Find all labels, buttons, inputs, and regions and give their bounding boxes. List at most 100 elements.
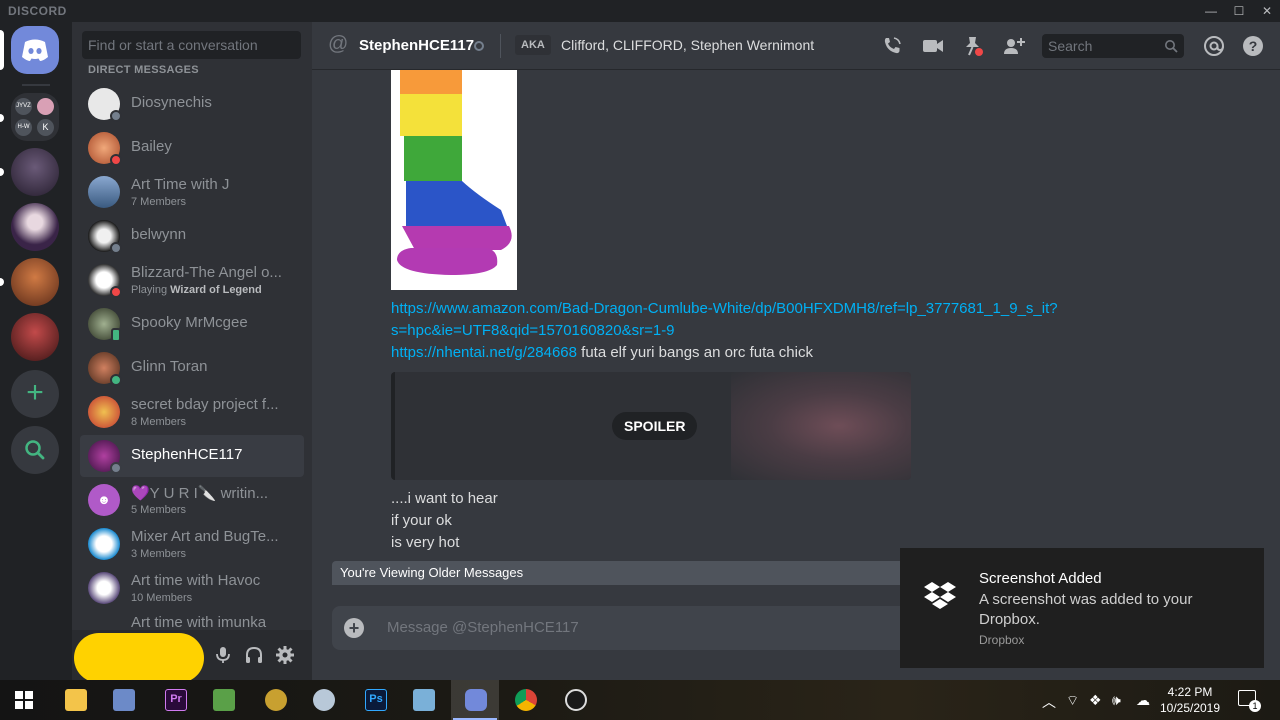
- dm-name: Glinn Toran: [131, 358, 208, 375]
- channel-title: StephenHCE117: [359, 37, 475, 54]
- server-icon[interactable]: [11, 148, 59, 196]
- discord-logo-icon: [22, 39, 48, 61]
- amazon-link[interactable]: https://www.amazon.com/Bad-Dragon-Cumlub…: [391, 300, 1058, 317]
- avatar: [88, 176, 120, 208]
- server-icon[interactable]: [11, 258, 59, 306]
- find-conversation-input[interactable]: Find or start a conversation: [82, 31, 301, 59]
- dm-item[interactable]: secret bday project f... 8 Members: [80, 391, 304, 433]
- header-search-input[interactable]: Search: [1042, 34, 1184, 58]
- server-rail: JYVZ H-W K +: [0, 22, 72, 680]
- avatar: [88, 572, 120, 604]
- upload-plus-icon[interactable]: +: [344, 618, 364, 638]
- photoshop-taskbar[interactable]: Ps: [351, 680, 399, 720]
- chrome-taskbar[interactable]: [501, 680, 549, 720]
- message: if your ok: [391, 512, 452, 529]
- dm-name: secret bday project f...: [131, 396, 279, 413]
- aka-label: AKA: [515, 35, 551, 55]
- mobile-status-icon: [111, 328, 121, 342]
- group-dm-icon: ☻: [88, 484, 120, 516]
- dm-item[interactable]: Spooky MrMcgee: [80, 303, 304, 345]
- paint-taskbar[interactable]: [299, 680, 347, 720]
- explore-servers-icon[interactable]: [11, 426, 59, 474]
- dropbox-tray-icon[interactable]: ❖: [1089, 692, 1102, 709]
- premiere-taskbar[interactable]: Pr: [151, 680, 199, 720]
- headphones-icon[interactable]: [243, 644, 265, 666]
- dm-item[interactable]: ☻ 💜Y U R I🔪 writin... 5 Members: [80, 479, 304, 521]
- microphone-icon[interactable]: [212, 644, 234, 666]
- spoiler-label[interactable]: SPOILER: [612, 412, 698, 440]
- paint-palette-icon: [313, 689, 335, 711]
- dm-name: Spooky MrMcgee: [131, 314, 248, 331]
- notification-count-badge: 1: [1249, 700, 1261, 712]
- search-icon: [1165, 40, 1178, 53]
- server-icon[interactable]: [11, 313, 59, 361]
- volume-icon[interactable]: 🕪: [1112, 692, 1121, 709]
- discord-taskbar[interactable]: [451, 680, 499, 720]
- dm-item[interactable]: Art Time with J 7 Members: [80, 171, 304, 213]
- dm-item[interactable]: belwynn: [80, 215, 304, 257]
- app-taskbar[interactable]: [399, 680, 447, 720]
- add-server-icon[interactable]: +: [11, 370, 59, 418]
- help-icon[interactable]: ?: [1241, 34, 1265, 58]
- settings-gear-icon[interactable]: [274, 644, 296, 666]
- dm-item[interactable]: Diosynechis: [80, 83, 304, 125]
- add-friends-to-dm-icon[interactable]: [1002, 34, 1026, 58]
- unread-indicator: [0, 278, 4, 286]
- amazon-link-cont[interactable]: s=hpc&ie=UTF8&qid=1570160820&sr=1-9: [391, 322, 675, 339]
- voice-call-icon[interactable]: [880, 34, 904, 58]
- status-indicator: [110, 110, 122, 122]
- app-taskbar[interactable]: [199, 680, 247, 720]
- dm-sidebar: Find or start a conversation DIRECT MESS…: [72, 22, 312, 683]
- status-indicator: [110, 374, 122, 386]
- message-input[interactable]: Message @StephenHCE117: [387, 619, 579, 636]
- tray-chevron-icon[interactable]: ︿: [1042, 692, 1056, 712]
- dm-item[interactable]: Art time with Havoc 10 Members: [80, 567, 304, 609]
- wifi-icon[interactable]: ⌔: [1066, 692, 1079, 710]
- dm-item[interactable]: Art time with imunka: [80, 611, 304, 631]
- dm-item[interactable]: Blizzard-The Angel o... Playing Wizard o…: [80, 259, 304, 301]
- start-button[interactable]: [0, 680, 48, 720]
- dm-name: Art time with Havoc: [131, 572, 261, 589]
- status-indicator: [474, 41, 484, 51]
- dm-item[interactable]: Glinn Toran: [80, 347, 304, 389]
- message: https://www.amazon.com/Bad-Dragon-Cumlub…: [391, 298, 1058, 320]
- close-button[interactable]: ✕: [1250, 0, 1280, 22]
- system-clock[interactable]: 4:22 PM 10/25/2019: [1155, 684, 1225, 716]
- discord-icon: [465, 689, 487, 711]
- dm-item-selected[interactable]: StephenHCE117: [80, 435, 304, 477]
- server-folder[interactable]: JYVZ H-W K: [11, 93, 59, 141]
- mentions-icon[interactable]: [1202, 34, 1226, 58]
- app-icon: [413, 689, 435, 711]
- chrome-icon: [515, 689, 537, 711]
- dm-item[interactable]: Mixer Art and BugTe... 3 Members: [80, 523, 304, 565]
- aka-names: Clifford, CLIFFORD, Stephen Wernimont: [561, 37, 815, 53]
- dm-name: Mixer Art and BugTe...: [131, 528, 279, 545]
- dm-name: Diosynechis: [131, 94, 212, 111]
- message: is very hot: [391, 534, 460, 551]
- server-icon[interactable]: [11, 203, 59, 251]
- dm-name: belwynn: [131, 226, 187, 243]
- dm-name: 💜Y U R I🔪 writin...: [131, 485, 269, 502]
- dropbox-notification[interactable]: Screenshot Added A screenshot was added …: [900, 548, 1264, 668]
- member-count: 8 Members: [131, 416, 187, 428]
- nhentai-link[interactable]: https://nhentai.net/g/284668: [391, 344, 577, 361]
- status-indicator: [110, 154, 122, 166]
- app-taskbar[interactable]: [251, 680, 299, 720]
- dm-section-header: DIRECT MESSAGES: [88, 64, 199, 76]
- file-explorer-taskbar[interactable]: [51, 680, 99, 720]
- home-button[interactable]: [11, 26, 59, 74]
- app-taskbar[interactable]: [99, 680, 147, 720]
- message-text: futa elf yuri bangs an orc futa chick: [576, 344, 813, 361]
- cloud-sync-icon[interactable]: ☁: [1136, 692, 1150, 709]
- dm-name: Bailey: [131, 138, 172, 155]
- clock-date: 10/25/2019: [1159, 701, 1221, 715]
- member-count: 5 Members: [131, 504, 187, 516]
- dm-item[interactable]: Bailey: [80, 127, 304, 169]
- spoiler-embed[interactable]: SPOILER: [391, 372, 911, 480]
- video-call-icon[interactable]: [921, 34, 945, 58]
- action-center-icon[interactable]: 1: [1238, 690, 1261, 712]
- attached-image[interactable]: [391, 70, 517, 290]
- avatar: [88, 396, 120, 428]
- obs-taskbar[interactable]: [551, 680, 599, 720]
- pinned-messages-icon[interactable]: [961, 34, 985, 58]
